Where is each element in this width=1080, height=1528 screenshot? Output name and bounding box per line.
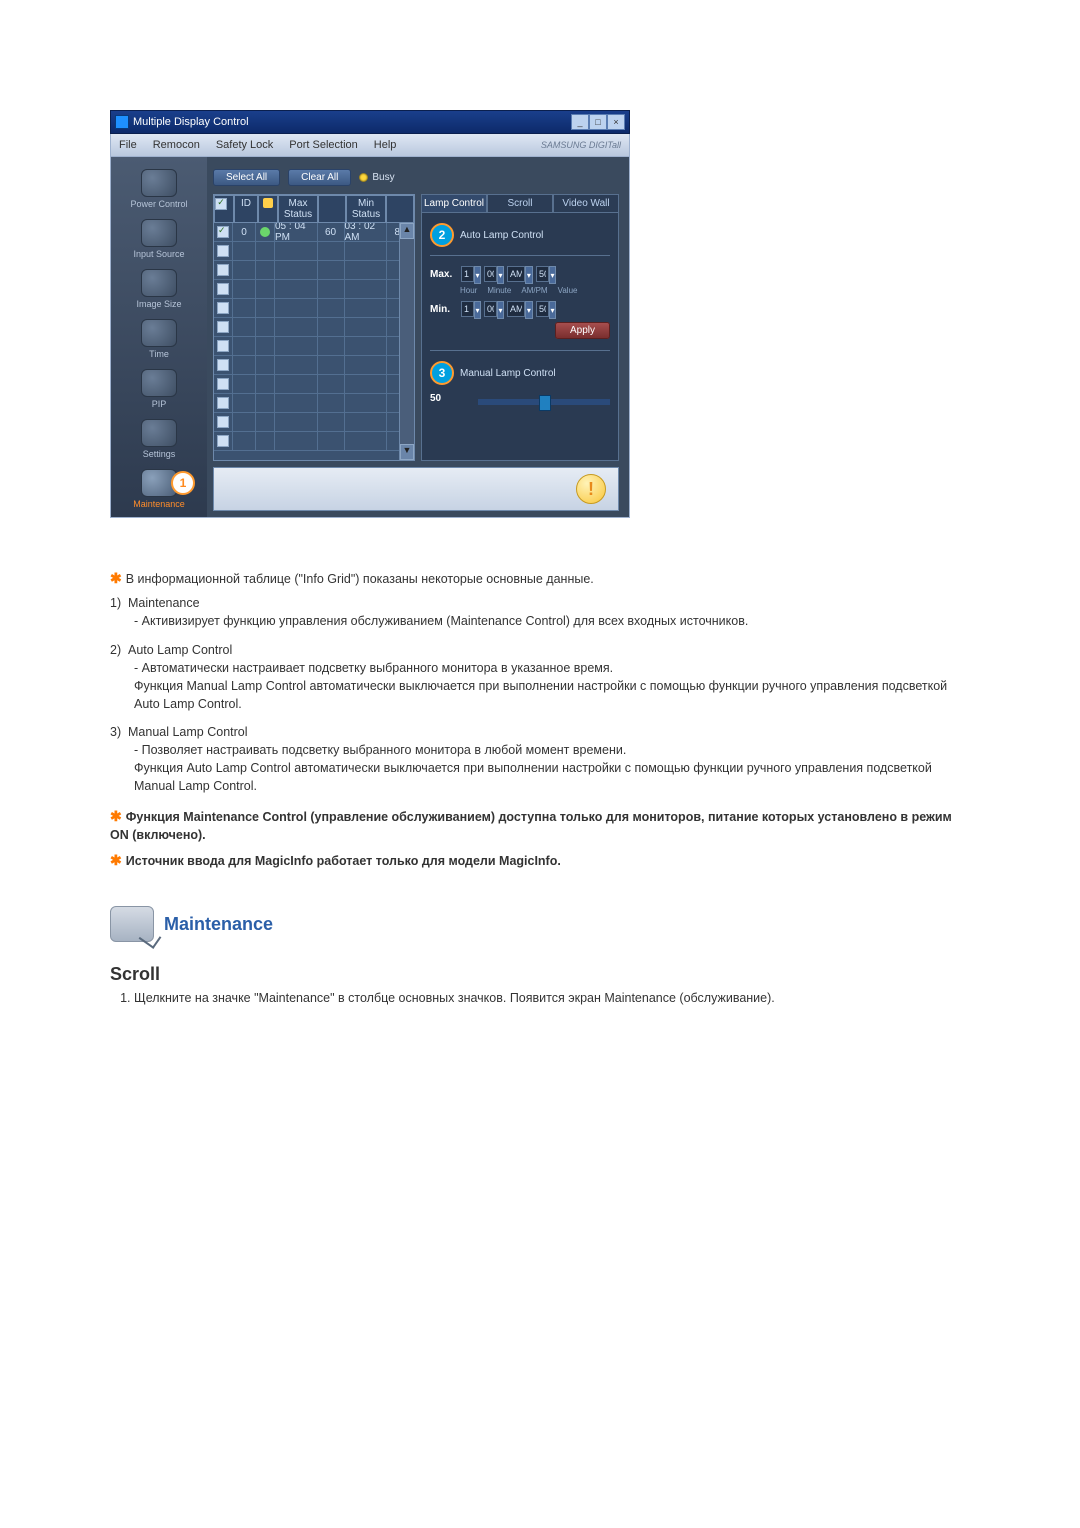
- menu-remocon[interactable]: Remocon: [145, 136, 208, 154]
- time-icon: [141, 319, 177, 347]
- grid-scrollbar[interactable]: ▲ ▼: [399, 223, 414, 460]
- star-icon: ✱: [110, 808, 122, 824]
- app-icon: [115, 115, 129, 129]
- sidebar-item-settings[interactable]: Settings: [111, 419, 207, 459]
- col-id: ID: [234, 195, 258, 223]
- col-max: Max Status: [278, 195, 318, 223]
- table-row[interactable]: [214, 356, 414, 375]
- sidebar-item-maintenance[interactable]: Maintenance 1: [111, 469, 207, 509]
- clear-all-button[interactable]: Clear All: [288, 169, 351, 186]
- section-title: Maintenance: [164, 914, 273, 935]
- star-icon: ✱: [110, 570, 122, 586]
- min-ampm[interactable]: [507, 301, 525, 317]
- image-icon: [141, 269, 177, 297]
- input-icon: [141, 219, 177, 247]
- window-title: Multiple Display Control: [133, 116, 249, 128]
- scroll-up-icon[interactable]: ▲: [400, 223, 414, 239]
- manual-value: 50: [430, 393, 454, 404]
- step-1: Щелкните на значке "Maintenance" в столб…: [134, 991, 970, 1005]
- tab-lamp-control[interactable]: Lamp Control: [421, 194, 487, 213]
- min-label: Min.: [430, 304, 458, 315]
- col-maxval: [318, 195, 346, 223]
- scroll-down-icon[interactable]: ▼: [400, 444, 414, 460]
- sidebar-item-time[interactable]: Time: [111, 319, 207, 359]
- menu-help[interactable]: Help: [366, 136, 405, 154]
- sidebar: Power Control Input Source Image Size Ti…: [111, 157, 207, 517]
- warning-icon: !: [576, 474, 606, 504]
- chevron-down-icon[interactable]: ▾: [549, 301, 556, 319]
- min-hour[interactable]: [461, 301, 474, 317]
- menu-file[interactable]: File: [111, 136, 145, 154]
- steps-list: Щелкните на значке "Maintenance" в столб…: [110, 991, 970, 1005]
- sidebar-item-power[interactable]: Power Control: [111, 169, 207, 209]
- close-button[interactable]: ×: [607, 114, 625, 130]
- window-titlebar: Multiple Display Control _ □ ×: [110, 110, 630, 134]
- col-min: Min Status: [346, 195, 386, 223]
- chevron-down-icon[interactable]: ▾: [549, 266, 556, 284]
- chevron-down-icon[interactable]: ▾: [525, 301, 533, 319]
- callout-3: 3: [430, 361, 454, 385]
- menu-safetylock[interactable]: Safety Lock: [208, 136, 281, 154]
- chevron-down-icon[interactable]: ▾: [474, 301, 481, 319]
- min-minute[interactable]: [484, 301, 497, 317]
- manual-lamp-title: Manual Lamp Control: [460, 368, 556, 379]
- apply-button[interactable]: Apply: [555, 322, 610, 339]
- callout-2: 2: [430, 223, 454, 247]
- chevron-down-icon[interactable]: ▾: [497, 301, 504, 319]
- maximize-button[interactable]: □: [589, 114, 607, 130]
- sidebar-item-pip[interactable]: PIP: [111, 369, 207, 409]
- chevron-down-icon[interactable]: ▾: [474, 266, 481, 284]
- col-check[interactable]: [214, 195, 234, 223]
- col-minval: [386, 195, 414, 223]
- max-ampm[interactable]: [507, 266, 525, 282]
- max-hour[interactable]: [461, 266, 474, 282]
- menubar: File Remocon Safety Lock Port Selection …: [110, 134, 630, 157]
- note-2: Источник ввода для MagicInfo работает то…: [126, 854, 561, 868]
- app-screenshot: Multiple Display Control _ □ × File Remo…: [110, 110, 630, 518]
- menu-portselection[interactable]: Port Selection: [281, 136, 365, 154]
- table-row[interactable]: [214, 261, 414, 280]
- status-bar: !: [213, 467, 619, 511]
- table-row[interactable]: 005 : 04 PM6003 : 02 AM80: [214, 223, 414, 242]
- star-icon: ✱: [110, 852, 122, 868]
- auto-lamp-title: Auto Lamp Control: [460, 230, 543, 241]
- sidebar-item-input[interactable]: Input Source: [111, 219, 207, 259]
- manual-lamp-slider[interactable]: [478, 399, 610, 405]
- minimize-button[interactable]: _: [571, 114, 589, 130]
- col-status: [258, 195, 278, 223]
- table-row[interactable]: [214, 432, 414, 451]
- chevron-down-icon[interactable]: ▾: [525, 266, 533, 284]
- table-row[interactable]: [214, 375, 414, 394]
- table-row[interactable]: [214, 394, 414, 413]
- tab-scroll[interactable]: Scroll: [487, 194, 553, 213]
- table-row[interactable]: [214, 337, 414, 356]
- table-row[interactable]: [214, 242, 414, 261]
- busy-led-icon: [359, 173, 368, 182]
- tab-video-wall[interactable]: Video Wall: [553, 194, 619, 213]
- subsection-title: Scroll: [110, 964, 970, 985]
- table-row[interactable]: [214, 280, 414, 299]
- callout-1: 1: [171, 471, 195, 495]
- numbered-list: 1)Maintenance- Активизирует функцию упра…: [110, 594, 970, 795]
- power-icon: [141, 169, 177, 197]
- info-grid-note: В информационной таблице ("Info Grid") п…: [126, 572, 594, 586]
- chevron-down-icon[interactable]: ▾: [497, 266, 504, 284]
- table-row[interactable]: [214, 413, 414, 432]
- table-row[interactable]: [214, 318, 414, 337]
- info-grid: ID Max Status Min Status 005 : 04 PM6003…: [213, 194, 415, 461]
- table-row[interactable]: [214, 299, 414, 318]
- max-value[interactable]: [536, 266, 549, 282]
- sidebar-item-image[interactable]: Image Size: [111, 269, 207, 309]
- max-label: Max.: [430, 269, 458, 280]
- note-1: Функция Maintenance Control (управление …: [110, 810, 952, 842]
- maintenance-section-icon: [110, 906, 154, 942]
- settings-icon: [141, 419, 177, 447]
- busy-indicator: Busy: [359, 172, 394, 183]
- select-all-button[interactable]: Select All: [213, 169, 280, 186]
- brand-label: SAMSUNG DIGITall: [533, 137, 629, 153]
- min-value[interactable]: [536, 301, 549, 317]
- pip-icon: [141, 369, 177, 397]
- max-minute[interactable]: [484, 266, 497, 282]
